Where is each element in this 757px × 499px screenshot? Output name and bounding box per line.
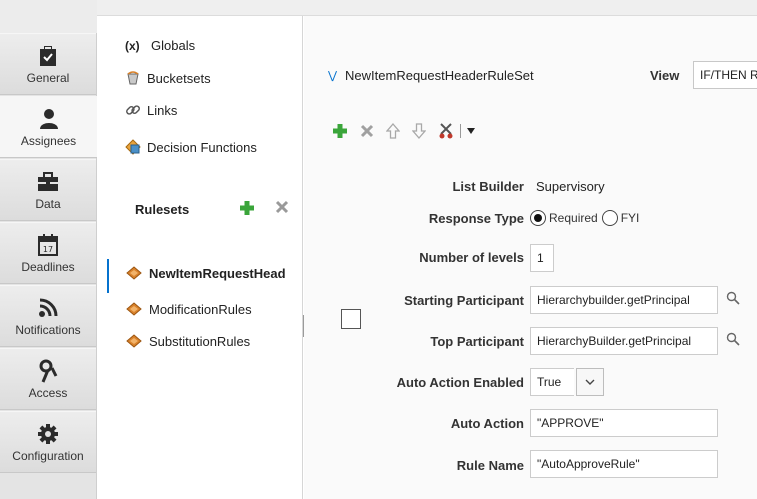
ruleset-name: NewItemRequestHeaderRuleSet <box>345 68 534 83</box>
nav-tab-label: General <box>26 70 70 85</box>
starting-participant-input[interactable]: Hierarchybuilder.getPrincipal <box>530 286 718 314</box>
response-type-fyi-radio[interactable] <box>601 210 618 226</box>
ruleset-item-label: ModificationRules <box>149 301 252 317</box>
gear-icon <box>37 422 59 446</box>
view-select[interactable]: IF/THEN R <box>693 61 757 89</box>
rules-tree-panel: (x) Globals Bucketsets Links Decision Fu… <box>97 16 303 499</box>
scissors-icon <box>439 123 453 139</box>
response-type-label: Response Type <box>428 211 524 226</box>
caret-down-icon <box>467 128 475 134</box>
rule-select-checkbox[interactable] <box>341 309 361 329</box>
left-nav: General Assignees Data 17 Deadlines Noti… <box>0 0 97 499</box>
nav-tab-label: Notifications <box>15 322 81 337</box>
nav-tab-label: Access <box>28 385 68 400</box>
clipboard-check-icon <box>39 44 57 68</box>
add-ruleset-button[interactable] <box>239 200 255 219</box>
rss-icon <box>38 296 58 320</box>
auto-action-input[interactable]: "APPROVE" <box>530 409 718 437</box>
nav-tab-deadlines[interactable]: 17 Deadlines <box>0 222 96 284</box>
rules-toolbar <box>332 123 487 139</box>
left-nav-top-gap <box>0 0 97 33</box>
nav-tab-configuration[interactable]: Configuration <box>0 411 96 473</box>
top-strip <box>97 0 757 16</box>
toolbar-dropdown-button[interactable] <box>467 128 475 134</box>
response-type-required-radio[interactable] <box>530 210 546 226</box>
nav-tab-general[interactable]: General <box>0 33 96 95</box>
auto-action-label: Auto Action <box>450 416 524 431</box>
nav-tab-access[interactable]: Access <box>0 348 96 410</box>
move-down-button[interactable] <box>412 123 426 139</box>
number-of-levels-label: Number of levels <box>419 250 524 265</box>
nav-tab-label: Deadlines <box>21 259 75 274</box>
rule-name-input[interactable]: "AutoApproveRule" <box>530 450 718 478</box>
number-of-levels-input[interactable]: 1 <box>530 244 554 272</box>
nav-tab-label: Assignees <box>20 133 77 148</box>
arrow-up-icon <box>386 123 400 139</box>
arrow-down-icon <box>412 123 426 139</box>
user-icon <box>39 107 59 131</box>
search-icon[interactable] <box>726 291 740 308</box>
chevron-down-icon <box>585 379 595 385</box>
add-rule-button[interactable] <box>332 123 348 139</box>
radio-label-fyi: FYI <box>620 211 640 225</box>
ruleset-item-modificationrules[interactable]: ModificationRules <box>125 301 252 317</box>
delete-ruleset-button[interactable] <box>275 200 289 217</box>
tree-item-links[interactable]: Links <box>125 102 177 118</box>
search-icon[interactable] <box>726 332 740 349</box>
nav-tab-data[interactable]: Data <box>0 159 96 221</box>
double-chevron-down-icon: ⋁ <box>328 70 338 82</box>
svg-text:17: 17 <box>43 245 53 254</box>
tree-item-globals[interactable]: (x) Globals <box>125 38 195 53</box>
toolbar-separator <box>460 124 461 138</box>
ruleset-item-newitemrequest[interactable]: NewItemRequestHead <box>125 265 286 281</box>
top-participant-label: Top Participant <box>430 334 524 349</box>
nav-tab-label: Configuration <box>12 448 84 463</box>
response-type-radio-group: Required FYI <box>530 210 639 226</box>
rulesets-title: Rulesets <box>135 202 190 217</box>
top-participant-input[interactable]: HierarchyBuilder.getPrincipal <box>530 327 718 355</box>
move-up-button[interactable] <box>386 123 400 139</box>
cut-button[interactable] <box>438 123 456 139</box>
tree-item-label: Globals <box>151 38 196 53</box>
plus-icon <box>333 124 347 138</box>
nav-tab-assignees[interactable]: Assignees <box>0 96 97 158</box>
ruleset-icon <box>125 333 145 349</box>
view-label: View <box>650 68 680 83</box>
auto-action-enabled-dropdown-button[interactable] <box>576 368 604 396</box>
auto-action-enabled-select[interactable]: True <box>530 368 574 396</box>
bucketset-icon <box>125 70 143 86</box>
link-icon <box>125 102 143 118</box>
access-icon <box>38 359 58 383</box>
list-builder-value: Supervisory <box>536 179 605 194</box>
ruleset-icon <box>125 301 145 317</box>
variable-icon: (x) <box>125 38 140 53</box>
decision-function-icon <box>125 139 143 155</box>
starting-participant-label: Starting Participant <box>404 293 524 308</box>
tree-item-decision-functions[interactable]: Decision Functions <box>125 139 257 155</box>
calendar-icon: 17 <box>38 233 58 257</box>
ruleset-item-label: SubstitutionRules <box>149 333 251 349</box>
ruleset-content-panel: ⋁ NewItemRequestHeaderRuleSet View IF/TH… <box>304 16 757 499</box>
delete-rule-button[interactable] <box>360 124 374 138</box>
tree-item-label: Decision Functions <box>147 139 257 155</box>
tree-item-label: Bucketsets <box>147 70 211 86</box>
tree-item-label: Links <box>147 102 178 118</box>
nav-tab-label: Data <box>35 196 61 211</box>
auto-action-enabled-label: Auto Action Enabled <box>396 375 524 390</box>
ruleset-icon <box>125 265 145 281</box>
selection-indicator <box>107 259 109 293</box>
delete-x-icon <box>360 124 374 138</box>
ruleset-item-label: NewItemRequestHead <box>149 265 286 281</box>
ruleset-item-substitutionrules[interactable]: SubstitutionRules <box>125 333 250 349</box>
ruleset-header[interactable]: ⋁ NewItemRequestHeaderRuleSet <box>328 68 534 83</box>
plus-icon <box>240 201 254 215</box>
briefcase-icon <box>37 170 59 194</box>
radio-label-required: Required <box>549 211 598 225</box>
tree-item-bucketsets[interactable]: Bucketsets <box>125 70 211 86</box>
list-builder-label: List Builder <box>452 179 524 194</box>
nav-tab-notifications[interactable]: Notifications <box>0 285 96 347</box>
delete-x-icon <box>275 200 289 214</box>
rule-name-label: Rule Name <box>456 458 524 473</box>
